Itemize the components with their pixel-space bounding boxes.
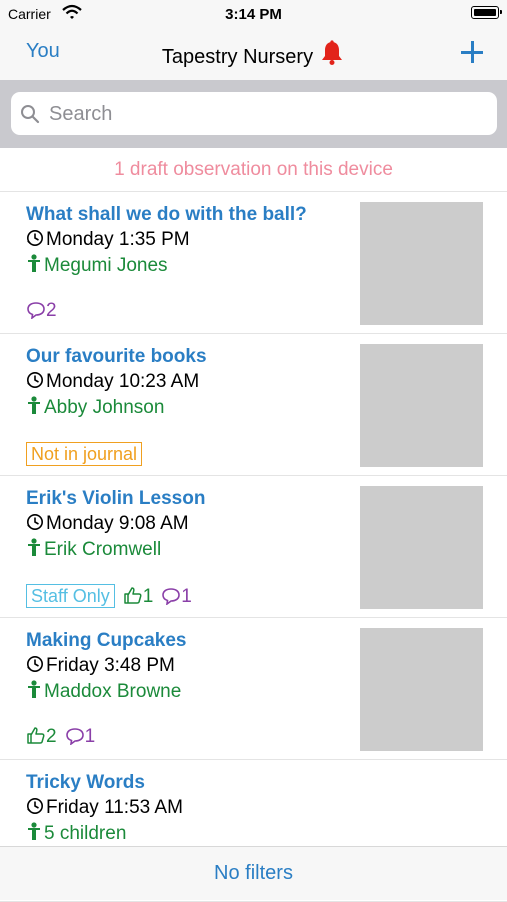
comment-icon bbox=[65, 726, 85, 747]
like-icon bbox=[123, 586, 143, 607]
observation-photo[interactable] bbox=[360, 202, 483, 325]
nav-bar: You Tapestry Nursery bbox=[0, 28, 507, 80]
observation-child-name: Megumi Jones bbox=[44, 255, 168, 276]
observation-title: What shall we do with the ball? bbox=[26, 204, 307, 225]
search-field[interactable] bbox=[11, 92, 497, 137]
plus-icon[interactable] bbox=[457, 37, 487, 67]
comment-count-value: 1 bbox=[181, 586, 192, 607]
comment-count-value: 1 bbox=[84, 726, 96, 747]
staff-only-badge: Staff Only bbox=[26, 584, 115, 608]
comment-count[interactable]: 1 bbox=[65, 726, 96, 748]
like-count-value: 1 bbox=[142, 586, 154, 607]
observation-list: What shall we do with the ball? Monday 1… bbox=[0, 192, 507, 902]
observation-child: 5 children bbox=[26, 822, 126, 847]
clock-icon bbox=[26, 371, 44, 395]
comment-count[interactable]: 1 bbox=[161, 586, 192, 608]
status-bar: Carrier 3:14 PM bbox=[0, 0, 507, 28]
observation-child-name: Abby Johnson bbox=[44, 397, 165, 418]
like-icon bbox=[26, 726, 46, 747]
observation-time-text: Friday 3:48 PM bbox=[46, 655, 175, 676]
observation-item[interactable]: Erik's Violin Lesson Monday 9:08 AM Erik… bbox=[0, 476, 507, 618]
child-icon bbox=[26, 396, 42, 421]
observation-item[interactable]: What shall we do with the ball? Monday 1… bbox=[0, 192, 507, 334]
clock-icon bbox=[26, 655, 44, 679]
nursery-title: Tapestry Nursery bbox=[0, 40, 507, 72]
child-icon bbox=[26, 538, 42, 563]
observation-meta: 21 bbox=[26, 726, 103, 748]
observation-child: Erik Cromwell bbox=[26, 538, 161, 563]
clock-icon bbox=[26, 229, 44, 253]
observation-time-text: Monday 10:23 AM bbox=[46, 371, 200, 392]
observation-title: Making Cupcakes bbox=[26, 630, 187, 651]
observation-item[interactable]: Making Cupcakes Friday 3:48 PM Maddox Br… bbox=[0, 618, 507, 760]
filters-button[interactable]: No filters bbox=[214, 862, 293, 884]
not-in-journal-badge: Not in journal bbox=[26, 442, 143, 466]
like-count[interactable]: 2 bbox=[26, 726, 57, 748]
search-input[interactable] bbox=[47, 92, 481, 137]
observation-time-text: Monday 1:35 PM bbox=[46, 229, 190, 250]
observation-time: Monday 9:08 AM bbox=[26, 513, 189, 537]
comment-count-value: 2 bbox=[46, 300, 57, 321]
observation-meta: Not in journal bbox=[26, 442, 143, 466]
observation-meta: 2 bbox=[26, 300, 65, 322]
observation-photo[interactable] bbox=[360, 344, 483, 467]
observation-time: Friday 3:48 PM bbox=[26, 655, 175, 679]
search-icon bbox=[20, 104, 40, 129]
observation-time: Monday 1:35 PM bbox=[26, 229, 190, 253]
draft-banner[interactable]: 1 draft observation on this device bbox=[0, 148, 507, 192]
observation-time: Monday 10:23 AM bbox=[26, 371, 199, 395]
filter-bar: No filters bbox=[0, 846, 507, 900]
search-bar bbox=[0, 80, 507, 148]
observation-photo[interactable] bbox=[360, 486, 483, 609]
child-icon bbox=[26, 822, 42, 847]
child-icon bbox=[26, 254, 42, 279]
comment-icon bbox=[26, 300, 46, 321]
nursery-name: Tapestry Nursery bbox=[161, 46, 314, 68]
observation-child: Megumi Jones bbox=[26, 254, 168, 279]
like-count-value: 2 bbox=[46, 726, 57, 747]
status-time: 3:14 PM bbox=[225, 6, 282, 23]
observation-child: Maddox Browne bbox=[26, 680, 181, 705]
clock-icon bbox=[26, 513, 44, 537]
clock-icon bbox=[26, 797, 44, 821]
observation-child: Abby Johnson bbox=[26, 396, 164, 421]
bell-icon[interactable] bbox=[319, 40, 345, 72]
observation-photo[interactable] bbox=[360, 628, 483, 751]
observation-title: Our favourite books bbox=[26, 346, 207, 367]
battery-icon bbox=[471, 6, 502, 19]
observation-child-name: Maddox Browne bbox=[44, 681, 182, 702]
observation-title: Tricky Words bbox=[26, 772, 145, 793]
observation-child-name: 5 children bbox=[44, 823, 127, 844]
like-count[interactable]: 1 bbox=[123, 586, 154, 608]
observation-meta: Staff Only 1 1 bbox=[26, 584, 200, 608]
observation-item[interactable]: Our favourite books Monday 10:23 AM Abby… bbox=[0, 334, 507, 476]
comment-count[interactable]: 2 bbox=[26, 300, 57, 322]
observation-time: Friday 11:53 AM bbox=[26, 797, 183, 821]
observation-child-name: Erik Cromwell bbox=[44, 539, 162, 560]
comment-icon bbox=[161, 586, 181, 607]
observation-time-text: Monday 9:08 AM bbox=[46, 513, 189, 534]
child-icon bbox=[26, 680, 42, 705]
observation-time-text: Friday 11:53 AM bbox=[46, 797, 183, 818]
observation-title: Erik's Violin Lesson bbox=[26, 488, 206, 509]
